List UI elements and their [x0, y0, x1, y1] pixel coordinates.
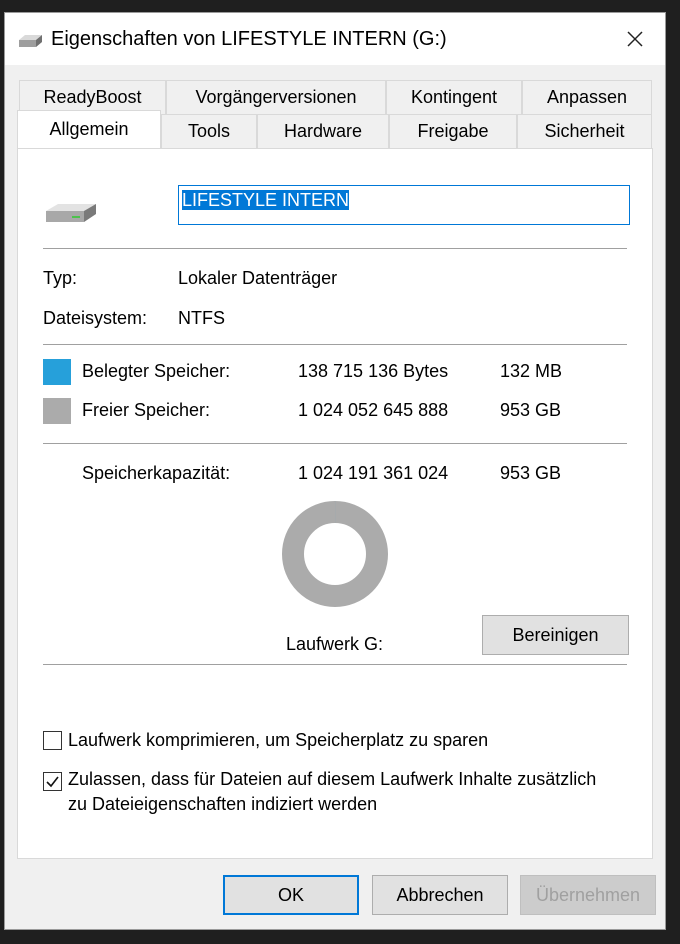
close-icon: [627, 31, 643, 47]
tab-readyboost[interactable]: ReadyBoost: [19, 80, 166, 114]
filesystem-label: Dateisystem:: [43, 308, 148, 328]
index-label-line1[interactable]: Zulassen, dass für Dateien auf diesem La…: [68, 769, 596, 790]
tab-allgemein[interactable]: Allgemein: [17, 110, 161, 148]
used-space-label: Belegter Speicher:: [82, 361, 231, 381]
type-value: Lokaler Datenträger: [178, 268, 338, 288]
index-label-line2[interactable]: zu Dateieigenschaften indiziert werden: [68, 794, 377, 815]
used-space-size: 132 MB: [500, 361, 563, 381]
tab-tools[interactable]: Tools: [161, 114, 257, 148]
free-space-size: 953 GB: [500, 400, 562, 420]
drive-icon: [19, 35, 42, 47]
tab-sicherheit[interactable]: Sicherheit: [517, 114, 652, 148]
compress-label[interactable]: Laufwerk komprimieren, um Speicherplatz …: [68, 730, 488, 751]
close-button[interactable]: [605, 13, 665, 65]
drive-letter-label: Laufwerk G:: [286, 634, 384, 654]
filesystem-value: NTFS: [178, 308, 225, 328]
free-space-label: Freier Speicher:: [82, 400, 211, 420]
cleanup-button[interactable]: Bereinigen: [482, 615, 629, 655]
capacity-size: 953 GB: [500, 463, 562, 483]
drive-icon: [46, 204, 96, 222]
tab-anpassen[interactable]: Anpassen: [522, 80, 652, 114]
cancel-button[interactable]: Abbrechen: [372, 875, 508, 915]
ok-button[interactable]: OK: [223, 875, 359, 915]
usage-donut-chart: [282, 501, 388, 607]
tab-hardware[interactable]: Hardware: [257, 114, 389, 148]
capacity-bytes: 1 024 191 361 024: [298, 463, 449, 483]
window-title: Eigenschaften von LIFESTYLE INTERN (G:): [51, 28, 447, 50]
index-checkbox[interactable]: [43, 772, 62, 791]
free-space-bytes: 1 024 052 645 888: [298, 400, 449, 420]
used-space-swatch: [43, 359, 71, 385]
free-space-swatch: [43, 398, 71, 424]
used-space-bytes: 138 715 136 Bytes: [298, 361, 449, 381]
capacity-label: Speicherkapazität:: [82, 463, 231, 483]
tab-kontingent[interactable]: Kontingent: [386, 80, 522, 114]
properties-window: Eigenschaften von LIFESTYLE INTERN (G:) …: [4, 12, 666, 930]
compress-checkbox[interactable]: [43, 731, 62, 750]
tab-vorgaengerversionen[interactable]: Vorgängerversionen: [166, 80, 386, 114]
type-label: Typ:: [43, 268, 78, 288]
free-space-ring: [282, 501, 388, 607]
tab-freigabe[interactable]: Freigabe: [389, 114, 517, 148]
separator: [43, 443, 627, 444]
drive-name-input[interactable]: LIFESTYLE INTERN: [178, 185, 630, 225]
separator: [43, 344, 627, 345]
separator: [43, 248, 627, 249]
apply-button[interactable]: Übernehmen: [520, 875, 656, 915]
general-tab-panel: LIFESTYLE INTERN Typ: Lokaler Datenträge…: [17, 148, 653, 859]
separator: [43, 664, 627, 665]
title-bar[interactable]: Eigenschaften von LIFESTYLE INTERN (G:): [5, 13, 665, 65]
checkmark-icon: [46, 776, 59, 788]
